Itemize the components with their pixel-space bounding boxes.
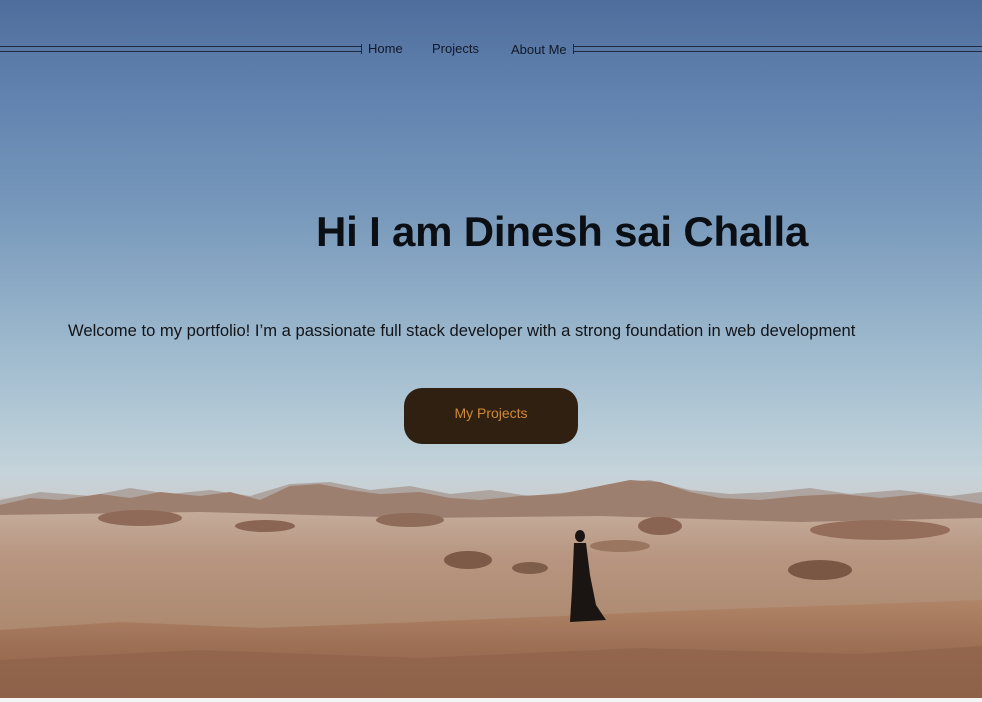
my-projects-button[interactable]: My Projects [404,388,578,444]
hero-section: Home Projects About Me Hi I am Dinesh sa… [0,0,982,698]
nav-link-projects[interactable]: Projects [432,41,479,56]
hero-intro-text: Welcome to my portfolio! I’m a passionat… [68,321,856,340]
nav-link-home[interactable]: Home [368,41,403,56]
hero-title: Hi I am Dinesh sai Challa [316,208,809,255]
top-navigation: Home Projects About Me [0,40,982,60]
nav-link-about-me[interactable]: About Me [511,42,567,57]
desert-background-image [0,480,982,698]
page-bottom-edge [0,698,982,702]
nav-divider-right [574,46,982,52]
nav-divider-left [0,46,362,52]
nav-divider-tick-left [361,44,362,54]
